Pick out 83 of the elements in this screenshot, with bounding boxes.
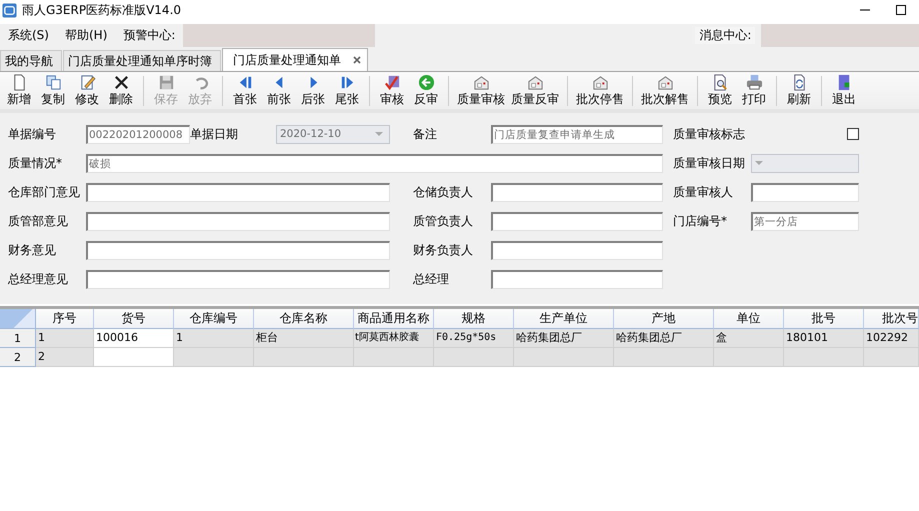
tab[interactable]: 我的导航 [0, 50, 62, 71]
toolbar-button[interactable]: 审核 [375, 72, 409, 108]
alert-center-label: 预警中心: [122, 27, 176, 44]
table-cell: 哈药集团总厂 [514, 329, 614, 348]
text-field[interactable] [491, 270, 663, 288]
toolbar-button[interactable]: 预览 [703, 72, 737, 108]
field-label: 财务负责人 [413, 242, 474, 258]
save-icon [158, 74, 174, 90]
corner-cell[interactable] [0, 309, 36, 329]
table-cell: 柜台 [254, 329, 354, 348]
dropdown-arrow-icon [375, 132, 383, 136]
toolbar-button[interactable]: 删除 [104, 72, 138, 108]
table-cell: t阿莫西林胶囊 [354, 329, 434, 348]
toolbar-button[interactable]: 尾张 [330, 72, 364, 108]
pencil-icon [78, 74, 96, 90]
close-icon[interactable] [353, 56, 361, 64]
toolbar-button[interactable]: 首张 [228, 72, 262, 108]
table-cell: 100016 [94, 329, 174, 348]
field-label: 备注 [413, 126, 438, 142]
text-field[interactable] [491, 240, 663, 260]
toolbar-button[interactable]: 新增 [2, 72, 36, 108]
field-label: 单据编号 [8, 126, 57, 142]
text-field[interactable] [491, 212, 663, 230]
field-label: 质管部意见 [8, 212, 69, 230]
toolbar-button[interactable]: 批次停售 [573, 72, 627, 108]
copy-icon [44, 74, 62, 90]
checkbox[interactable] [847, 128, 859, 140]
text-field[interactable]: 第一分店 [751, 212, 859, 230]
toolbar-button[interactable]: 批次解售 [638, 72, 692, 108]
menu-item[interactable]: 帮助(H) [56, 27, 116, 44]
text-field[interactable] [491, 182, 663, 202]
table-cell: 180101 [784, 329, 864, 348]
field-label: 质量情况* [8, 154, 63, 172]
field-label: 仓库部门意见 [8, 184, 81, 200]
maximize-icon[interactable] [896, 5, 906, 15]
text-field[interactable]: 00220201200008 [86, 124, 190, 144]
table-cell: 2 [36, 348, 94, 367]
table-cell: 102292 [864, 329, 919, 348]
toolbar-button[interactable]: 刷新 [782, 72, 816, 108]
menu-item[interactable]: 系统(S) [0, 27, 57, 44]
field-label: 仓储负责人 [413, 184, 474, 200]
printer-icon [746, 74, 762, 90]
field-label: 总经理 [413, 270, 450, 288]
row-number: 1 [0, 329, 36, 348]
row-number: 2 [0, 348, 36, 367]
field-label: 质管负责人 [413, 212, 474, 230]
table-cell: 哈药集团总厂 [614, 329, 714, 348]
field-label: 总经理意见 [8, 270, 69, 288]
text-field[interactable] [86, 212, 390, 230]
field-label: 单据日期 [190, 126, 239, 142]
checkmark-icon [384, 74, 400, 90]
toolbar-button[interactable]: 修改 [70, 72, 104, 108]
tab[interactable]: 门店质量处理通知单序时簿 [63, 50, 221, 71]
tab[interactable]: 门店质量处理通知单 [222, 48, 368, 71]
table-cell: 1 [174, 329, 254, 348]
text-field[interactable] [751, 182, 859, 202]
text-field[interactable] [86, 182, 390, 202]
magnifier-icon [712, 74, 728, 90]
cross-icon [112, 74, 130, 90]
message-center-label: 消息中心: [695, 27, 756, 44]
toolbar-button[interactable]: 后张 [296, 72, 330, 108]
field-label: 质量审核日期 [673, 154, 746, 172]
text-field[interactable] [86, 270, 390, 288]
field-label: 质量审核标志 [673, 126, 746, 142]
toolbar-button[interactable]: 反审 [409, 72, 443, 108]
text-field[interactable]: 门店质量复查申请单生成 [491, 124, 663, 144]
field-label: 财务意见 [8, 242, 57, 258]
arrow-left-icon [418, 74, 434, 90]
table-cell: 盒 [714, 329, 784, 348]
toolbar-button[interactable]: 复制 [36, 72, 70, 108]
text-field[interactable]: 破损 [86, 154, 663, 172]
toolbar-button[interactable]: 质量审核 [454, 72, 508, 108]
toolbar-button[interactable]: 前张 [262, 72, 296, 108]
text-field[interactable] [86, 240, 390, 260]
toolbar-button[interactable]: 打印 [737, 72, 771, 108]
table-cell: 1 [36, 329, 94, 348]
field-label: 质量审核人 [673, 184, 734, 200]
field-label: 门店编号* [673, 212, 728, 230]
toolbar-button[interactable]: 质量反审 [508, 72, 562, 108]
window-title: 雨人G3ERP医药标准版V14.0 [22, 2, 182, 18]
table-cell: F0.25g*50s [434, 329, 514, 348]
dropdown-arrow-icon [755, 161, 763, 165]
toolbar-button[interactable]: 退出 [827, 72, 861, 108]
